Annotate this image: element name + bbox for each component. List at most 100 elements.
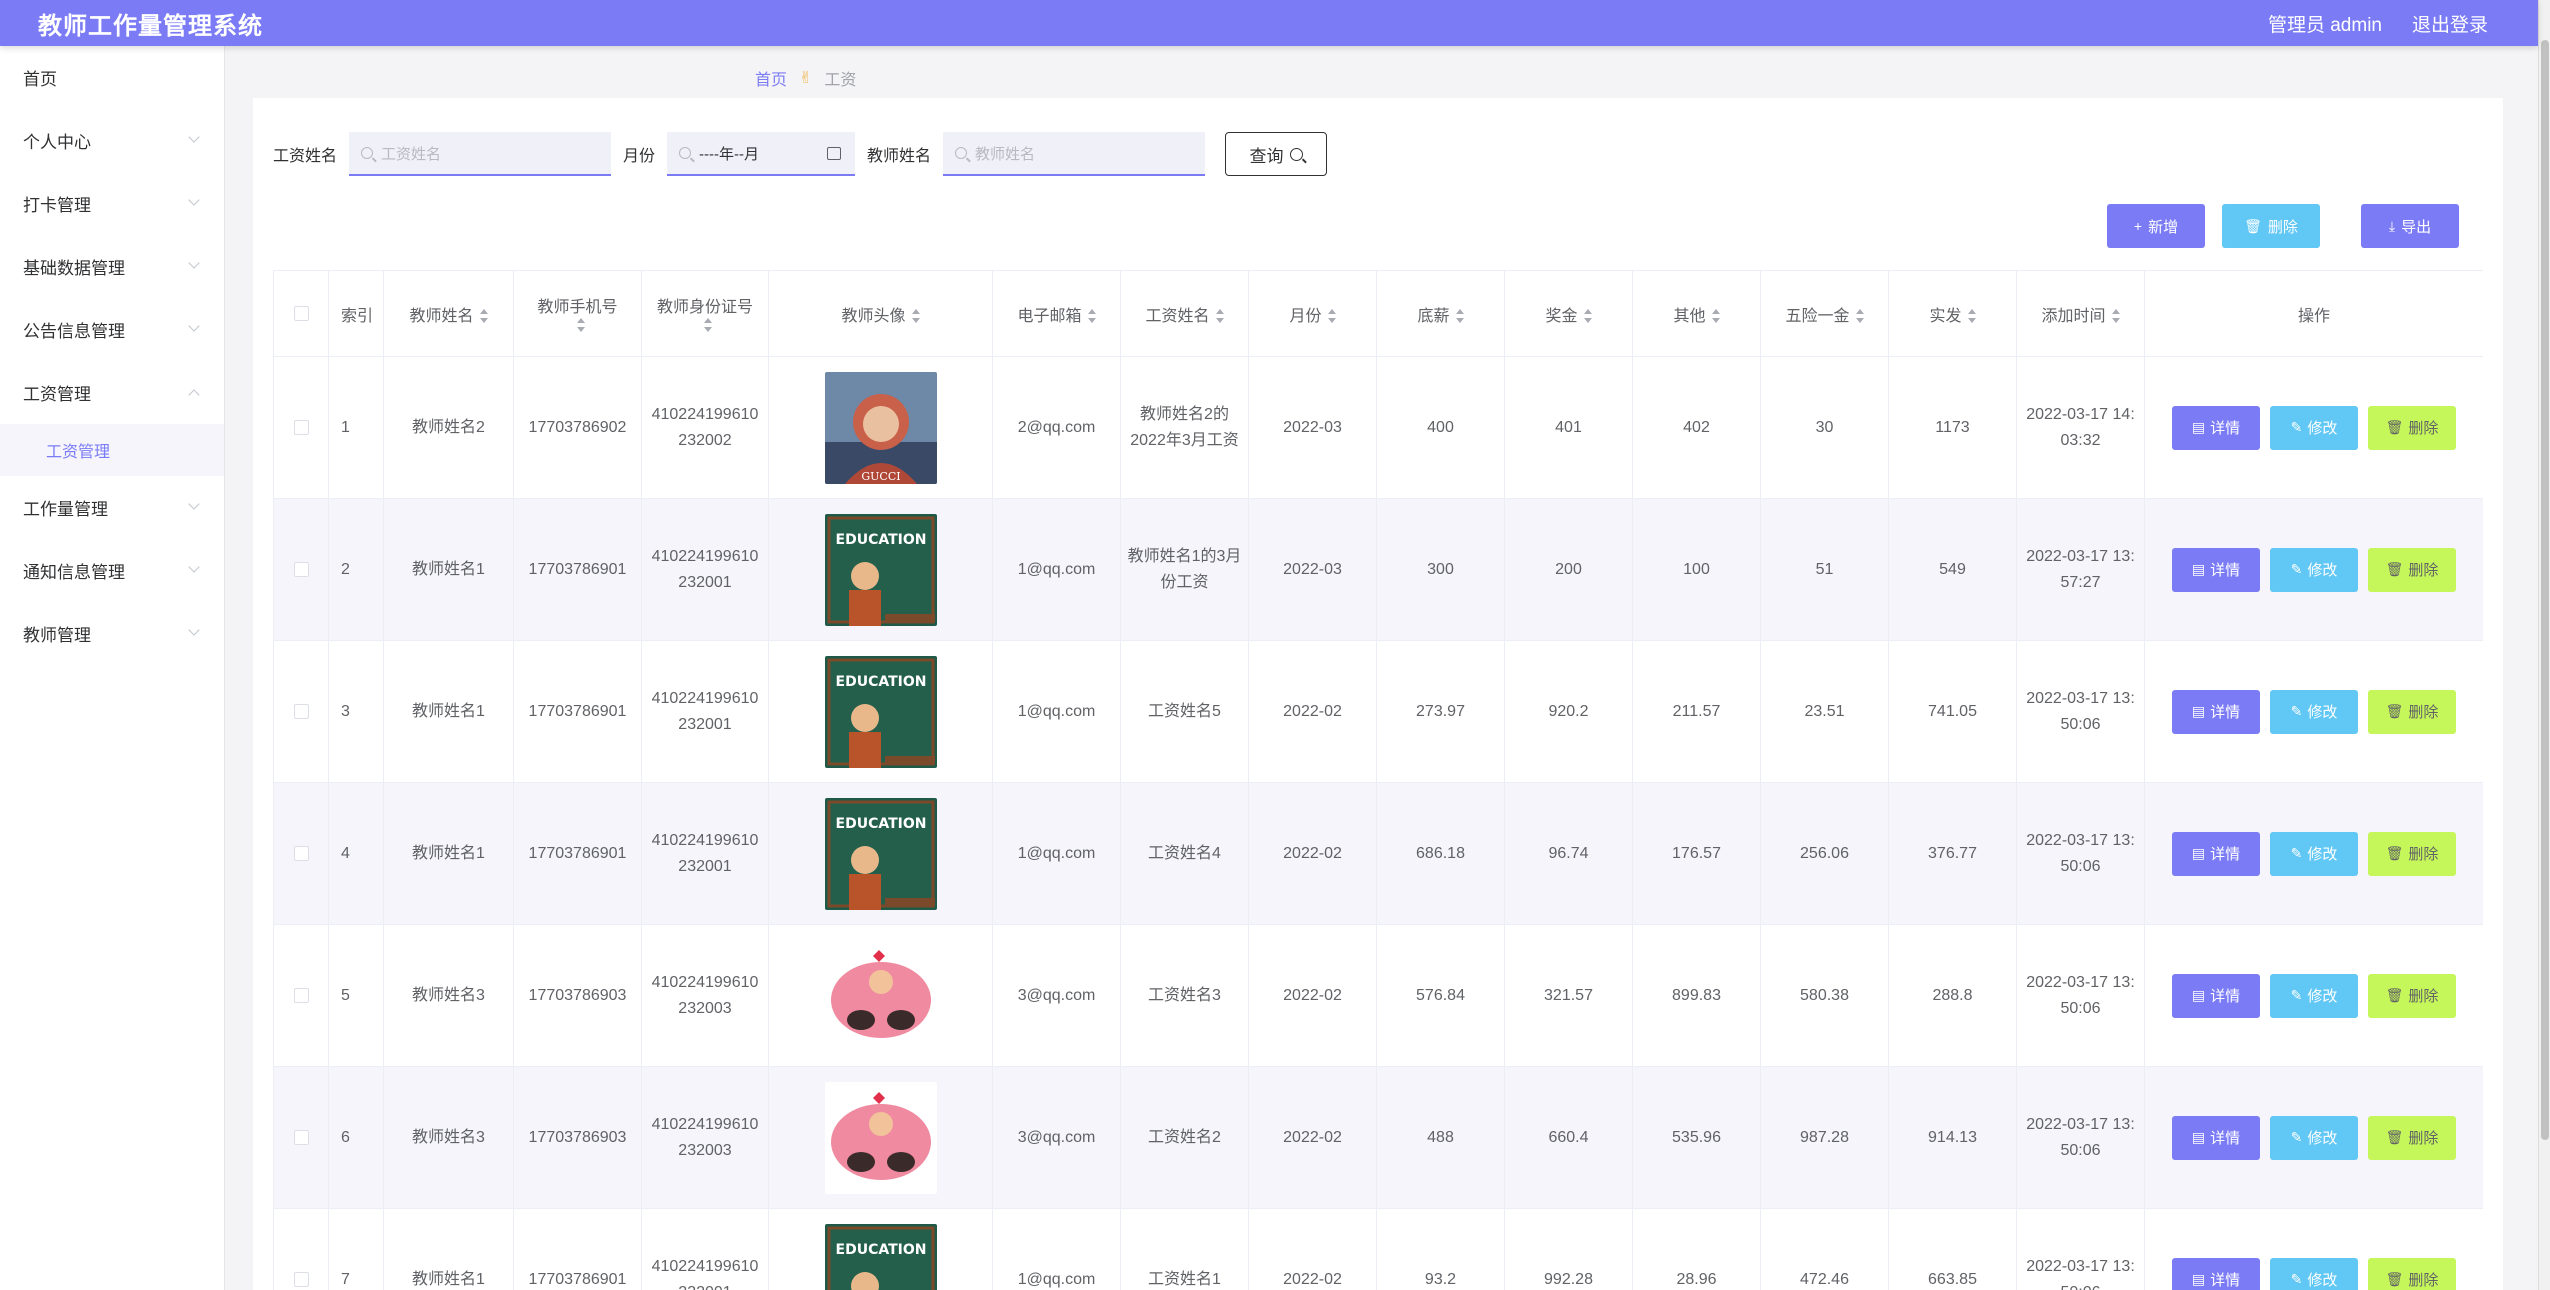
delete-button[interactable]: 🗑 删除 <box>2368 405 2456 450</box>
row-checkbox[interactable] <box>293 845 309 861</box>
sidebar-item-home[interactable]: 首页 <box>0 46 224 109</box>
edit-button[interactable]: ✎ 修改 <box>2270 405 2358 450</box>
row-checkbox[interactable] <box>293 561 309 577</box>
detail-button[interactable]: ▤ 详情 <box>2172 547 2260 592</box>
cell-added: 2022-03-17 14:03:32 <box>2016 356 2145 499</box>
cell-index: 5 <box>328 924 384 1067</box>
col-phone[interactable]: 教师手机号 <box>513 270 642 357</box>
idcard-text: 410224199610232001 <box>651 831 759 875</box>
edit-button[interactable]: ✎ 修改 <box>2270 831 2358 876</box>
sort-icon[interactable] <box>1327 309 1336 324</box>
detail-button[interactable]: ▤ 详情 <box>2172 689 2260 734</box>
sort-icon[interactable] <box>704 318 712 333</box>
select-all-checkbox[interactable] <box>293 305 309 321</box>
col-insurance[interactable]: 五险一金 <box>1760 270 1889 357</box>
detail-button[interactable]: ▤ 详情 <box>2172 1115 2260 1160</box>
edit-button[interactable]: ✎ 修改 <box>2270 547 2358 592</box>
sort-icon[interactable] <box>1455 309 1464 324</box>
chevron-down-icon <box>188 561 200 573</box>
cell-other: 211.57 <box>1632 640 1761 783</box>
col-other[interactable]: 其他 <box>1632 270 1761 357</box>
sidebar-item-salary[interactable]: 工资管理 <box>0 361 224 424</box>
document-icon: ▤ <box>2191 419 2206 435</box>
detail-label: 详情 <box>2210 988 2241 1005</box>
delete-button[interactable]: 🗑 删除 <box>2368 1257 2456 1290</box>
delete-button[interactable]: 🗑 删除 <box>2368 831 2456 876</box>
cell-base: 273.97 <box>1376 640 1505 783</box>
row-checkbox[interactable] <box>293 419 309 435</box>
cell-teacher-name: 教师姓名1 <box>383 1208 514 1290</box>
edit-button[interactable]: ✎ 修改 <box>2270 1257 2358 1290</box>
sidebar-item-teacher[interactable]: 教师管理 <box>0 602 224 665</box>
plus-icon: + <box>2133 218 2143 234</box>
col-month[interactable]: 月份 <box>1248 270 1377 357</box>
sidebar-item-workload[interactable]: 工作量管理 <box>0 476 224 539</box>
cell-idcard: 410224199610232001 <box>641 640 769 783</box>
sidebar-item-checkin[interactable]: 打卡管理 <box>0 172 224 235</box>
col-net[interactable]: 实发 <box>1888 270 2017 357</box>
row-checkbox[interactable] <box>293 1271 309 1287</box>
query-button[interactable]: 查询 <box>1225 132 1328 176</box>
sidebar-subitem-salary[interactable]: 工资管理 <box>0 424 224 476</box>
cell-month: 2022-02 <box>1248 782 1377 925</box>
edit-button[interactable]: ✎ 修改 <box>2270 973 2358 1018</box>
cell-email: 3@qq.com <box>992 1066 1121 1209</box>
edit-button[interactable]: ✎ 修改 <box>2270 689 2358 734</box>
col-salary-name[interactable]: 工资姓名 <box>1120 270 1249 357</box>
row-checkbox[interactable] <box>293 987 309 1003</box>
col-added[interactable]: 添加时间 <box>2016 270 2145 357</box>
teacher-name-input[interactable]: 教师姓名 <box>943 132 1206 176</box>
row-checkbox[interactable] <box>293 703 309 719</box>
sort-icon[interactable] <box>1583 309 1592 324</box>
detail-button[interactable]: ▤ 详情 <box>2172 1257 2260 1290</box>
col-email[interactable]: 电子邮箱 <box>992 270 1121 357</box>
sort-icon[interactable] <box>1087 309 1096 324</box>
sort-icon[interactable] <box>1711 309 1720 324</box>
cell-ops: ▤ 详情 ✎ 修改 🗑 删除 <box>2144 1066 2483 1209</box>
row-select-cell[interactable] <box>273 1208 329 1290</box>
row-select-cell[interactable] <box>273 356 329 499</box>
col-teacher-name[interactable]: 教师姓名 <box>383 270 514 357</box>
delete-button[interactable]: 🗑 删除 <box>2368 973 2456 1018</box>
logout-link[interactable]: 退出登录 <box>2412 10 2488 37</box>
add-button[interactable]: + 新增 <box>2107 204 2205 248</box>
batch-delete-button[interactable]: 🗑 删除 <box>2222 204 2320 248</box>
delete-button[interactable]: 🗑 删除 <box>2368 689 2456 734</box>
row-select-cell[interactable] <box>273 924 329 1067</box>
sort-icon[interactable] <box>1215 309 1224 324</box>
delete-button[interactable]: 🗑 删除 <box>2368 1115 2456 1160</box>
salary-name-input[interactable]: 工资姓名 <box>349 132 612 176</box>
detail-button[interactable]: ▤ 详情 <box>2172 405 2260 450</box>
edit-button[interactable]: ✎ 修改 <box>2270 1115 2358 1160</box>
scrollbar-thumb[interactable] <box>2541 40 2549 1140</box>
sort-icon[interactable] <box>2111 309 2120 324</box>
row-select-cell[interactable] <box>273 1066 329 1209</box>
sidebar-item-notice[interactable]: 公告信息管理 <box>0 298 224 361</box>
col-bonus[interactable]: 奖金 <box>1504 270 1633 357</box>
sort-icon[interactable] <box>1967 309 1976 324</box>
row-select-cell[interactable] <box>273 640 329 783</box>
select-all-cell[interactable] <box>273 270 329 357</box>
sort-icon[interactable] <box>911 309 920 324</box>
detail-button[interactable]: ▤ 详情 <box>2172 973 2260 1018</box>
breadcrumb-home[interactable]: 首页 <box>755 66 787 90</box>
sort-icon[interactable] <box>479 309 488 324</box>
sidebar-item-notification[interactable]: 通知信息管理 <box>0 539 224 602</box>
col-avatar[interactable]: 教师头像 <box>768 270 993 357</box>
sort-icon[interactable] <box>1855 309 1864 324</box>
detail-button[interactable]: ▤ 详情 <box>2172 831 2260 876</box>
col-idcard[interactable]: 教师身份证号 <box>641 270 769 357</box>
row-select-cell[interactable] <box>273 782 329 925</box>
sidebar-item-label: 公告信息管理 <box>23 322 125 341</box>
col-base[interactable]: 底薪 <box>1376 270 1505 357</box>
delete-button[interactable]: 🗑 删除 <box>2368 547 2456 592</box>
sidebar-item-personal-center[interactable]: 个人中心 <box>0 109 224 172</box>
export-button[interactable]: ⤓ 导出 <box>2361 204 2459 248</box>
page-scrollbar[interactable] <box>2538 0 2550 1290</box>
sidebar-item-basic-data[interactable]: 基础数据管理 <box>0 235 224 298</box>
row-checkbox[interactable] <box>293 1129 309 1145</box>
row-select-cell[interactable] <box>273 498 329 641</box>
month-picker[interactable]: ----年--月 <box>667 132 856 176</box>
col-label: 底薪 <box>1417 307 1450 325</box>
sort-icon[interactable] <box>576 318 585 333</box>
